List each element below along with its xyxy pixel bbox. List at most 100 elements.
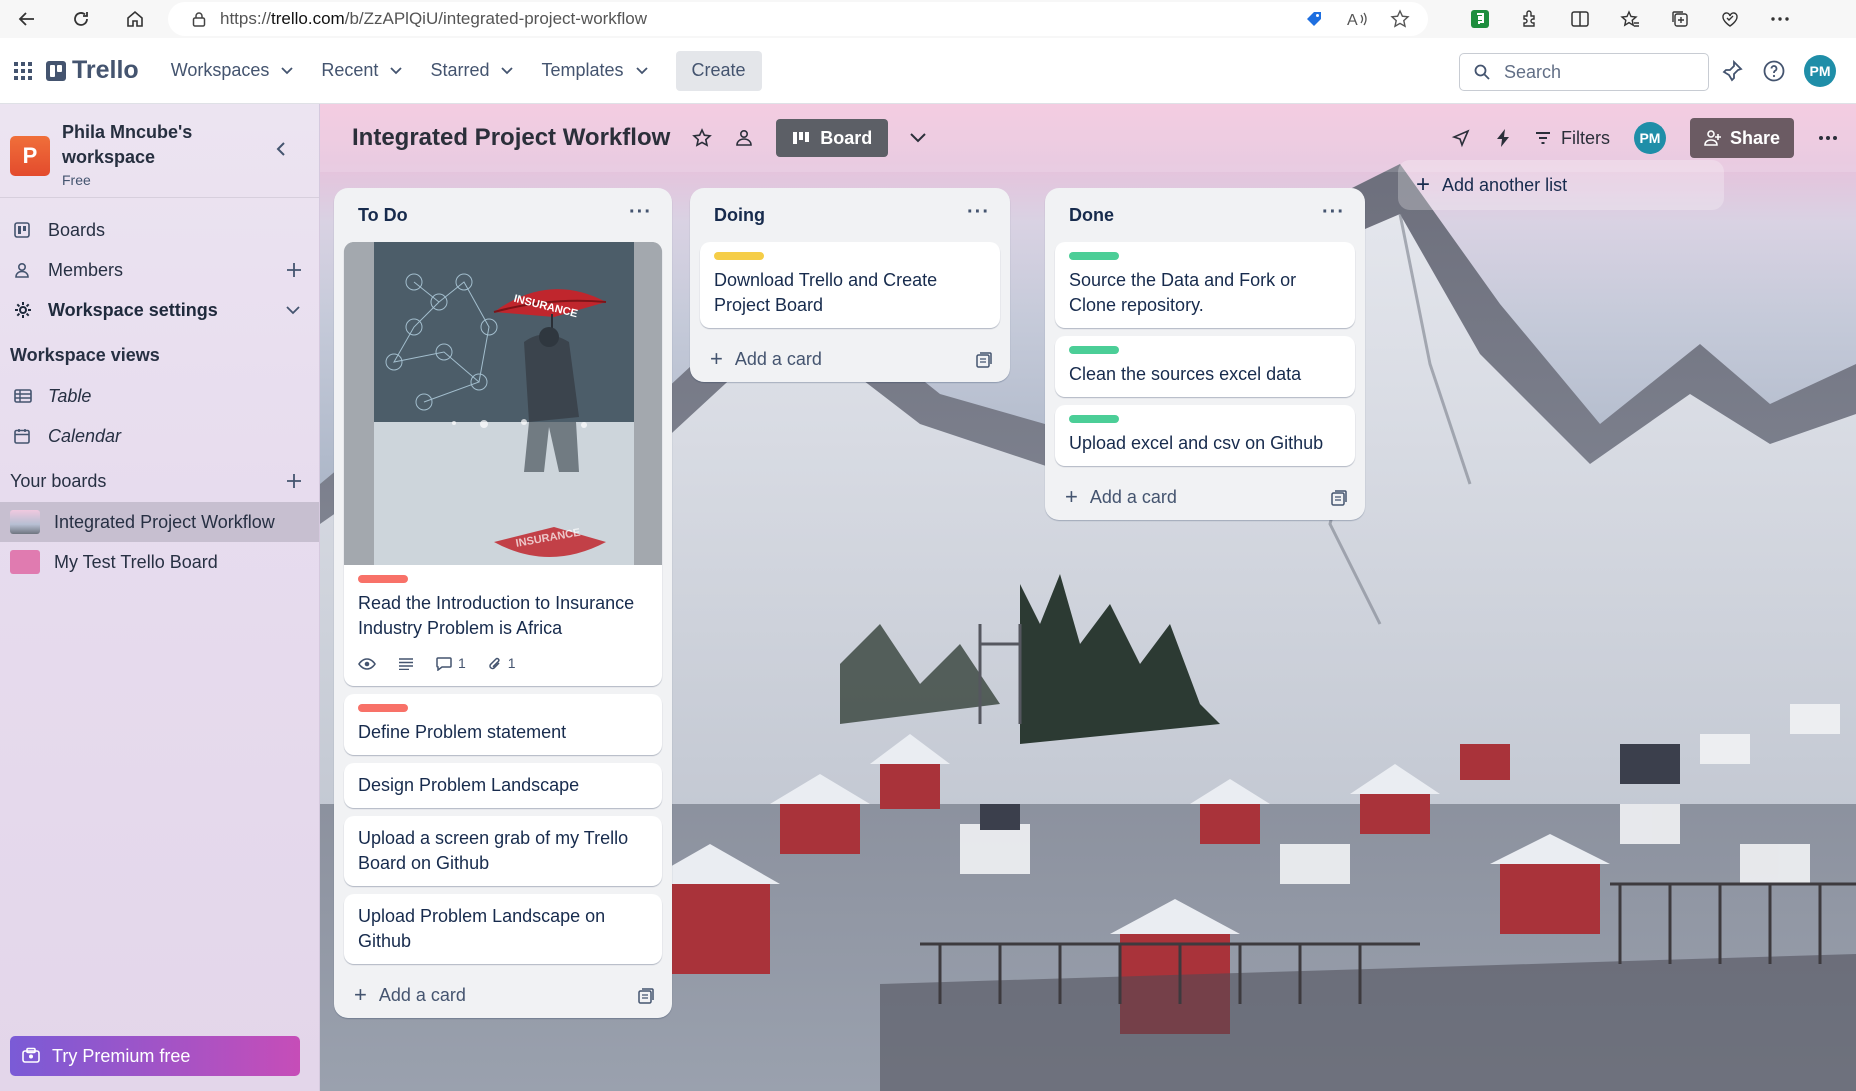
list-header[interactable]: Done ··· bbox=[1045, 188, 1365, 242]
home-icon[interactable] bbox=[108, 0, 162, 38]
nav-starred[interactable]: Starred bbox=[416, 51, 527, 91]
add-card-button[interactable]: + Add a card bbox=[334, 972, 672, 1018]
nav-workspaces[interactable]: Workspaces bbox=[157, 51, 308, 91]
lock-icon bbox=[192, 11, 206, 27]
app-switcher-icon[interactable] bbox=[14, 61, 32, 80]
board-view-button[interactable]: Board bbox=[776, 119, 889, 157]
card-label bbox=[1069, 252, 1119, 260]
card[interactable]: Upload Problem Landscape on Github bbox=[344, 894, 662, 964]
calendar-icon bbox=[14, 428, 34, 444]
chevron-down-icon[interactable] bbox=[286, 305, 300, 315]
add-another-list-button[interactable]: + Add another list bbox=[1398, 160, 1724, 210]
plus-icon: + bbox=[1065, 484, 1078, 509]
automation-icon[interactable] bbox=[1495, 128, 1511, 148]
add-card-button[interactable]: + Add a card bbox=[690, 336, 1010, 382]
sidebar-board-integrated-project-workflow[interactable]: Integrated Project Workflow bbox=[0, 502, 319, 542]
shopping-tag-icon[interactable] bbox=[1304, 9, 1324, 29]
board-label: My Test Trello Board bbox=[54, 551, 218, 572]
board-menu-icon[interactable] bbox=[1818, 135, 1838, 141]
header-actions: PM bbox=[1720, 38, 1836, 104]
premium-label: Try Premium free bbox=[52, 1045, 191, 1066]
split-screen-icon[interactable] bbox=[1570, 9, 1590, 29]
sidebar-item-label: Boards bbox=[48, 219, 106, 240]
workspace-header[interactable]: P Phila Mncube's workspace Free bbox=[0, 104, 319, 198]
list-to-do: To Do ··· INSURANCE INSURANCE Read the I… bbox=[334, 188, 672, 1018]
search-icon bbox=[1474, 64, 1490, 80]
list-done: Done ··· Source the Data and Fork or Clo… bbox=[1045, 188, 1365, 520]
card-badges: 1 1 bbox=[358, 651, 648, 676]
sidebar-board-my-test-trello-board[interactable]: My Test Trello Board bbox=[0, 542, 319, 582]
list-menu-icon[interactable]: ··· bbox=[1322, 202, 1345, 222]
sidebar-item-boards[interactable]: Boards bbox=[0, 210, 319, 250]
add-card-button[interactable]: + Add a card bbox=[1045, 474, 1365, 520]
card-template-icon[interactable] bbox=[1331, 490, 1347, 506]
power-ups-icon[interactable] bbox=[1451, 128, 1471, 148]
collapse-sidebar-icon[interactable] bbox=[276, 142, 286, 156]
read-aloud-icon[interactable]: A bbox=[1346, 9, 1368, 29]
help-icon[interactable] bbox=[1762, 59, 1786, 83]
try-premium-button[interactable]: Try Premium free bbox=[10, 1036, 300, 1076]
sidebar-item-table[interactable]: Table bbox=[0, 376, 319, 416]
comment-count: 1 bbox=[458, 655, 466, 671]
card-template-icon[interactable] bbox=[638, 988, 654, 1004]
board-canvas: Integrated Project Workflow Board Filter… bbox=[320, 104, 1856, 1091]
extensions-icon[interactable] bbox=[1520, 9, 1540, 29]
nav-recent[interactable]: Recent bbox=[307, 51, 416, 91]
browser-essentials-icon[interactable] bbox=[1720, 9, 1740, 29]
card-title: Download Trello and Create Project Board bbox=[714, 270, 938, 315]
collections-icon[interactable] bbox=[1670, 9, 1690, 29]
card-title: Upload Problem Landscape on Github bbox=[358, 906, 606, 951]
board-member-avatar[interactable]: PM bbox=[1633, 122, 1666, 154]
card[interactable]: Upload excel and csv on Github bbox=[1055, 405, 1355, 466]
list-menu-icon[interactable]: ··· bbox=[967, 202, 990, 222]
sidebar-item-workspace-settings[interactable]: Workspace settings bbox=[0, 290, 319, 330]
card[interactable]: Design Problem Landscape bbox=[344, 763, 662, 808]
card-label bbox=[358, 575, 408, 583]
chevron-down-icon[interactable] bbox=[910, 133, 927, 143]
card-template-icon[interactable] bbox=[976, 352, 992, 368]
board-title[interactable]: Integrated Project Workflow bbox=[352, 124, 670, 152]
workspace-views-heading: Workspace views bbox=[10, 344, 160, 365]
star-board-icon[interactable] bbox=[692, 128, 713, 148]
card-title: Upload excel and csv on Github bbox=[1069, 433, 1324, 453]
share-label: Share bbox=[1729, 127, 1780, 148]
table-icon bbox=[14, 389, 34, 403]
add-member-icon[interactable] bbox=[286, 262, 302, 278]
list-header[interactable]: Doing ··· bbox=[690, 188, 1010, 242]
card[interactable]: INSURANCE INSURANCE Read the Introductio… bbox=[344, 242, 662, 686]
list-header[interactable]: To Do ··· bbox=[334, 188, 672, 242]
list-menu-icon[interactable]: ··· bbox=[629, 202, 652, 222]
plus-icon: + bbox=[354, 982, 367, 1007]
favorite-star-icon[interactable] bbox=[1390, 9, 1410, 29]
visibility-icon[interactable] bbox=[734, 128, 754, 148]
card[interactable]: Source the Data and Fork or Clone reposi… bbox=[1055, 242, 1355, 328]
card-label bbox=[1069, 346, 1119, 354]
sheets-extension-icon[interactable] bbox=[1470, 9, 1490, 29]
filters-button[interactable]: Filters bbox=[1535, 128, 1610, 149]
nav-templates[interactable]: Templates bbox=[527, 51, 661, 91]
browser-menu-icon[interactable] bbox=[1770, 16, 1790, 22]
card[interactable]: Define Problem statement bbox=[344, 694, 662, 755]
card[interactable]: Download Trello and Create Project Board bbox=[700, 242, 1000, 328]
trello-logo[interactable]: Trello bbox=[46, 56, 139, 85]
favorites-icon[interactable] bbox=[1620, 9, 1640, 29]
card[interactable]: Clean the sources excel data bbox=[1055, 336, 1355, 397]
share-button[interactable]: Share bbox=[1689, 118, 1794, 158]
refresh-icon[interactable] bbox=[54, 0, 108, 38]
address-bar[interactable]: https://trello.com/b/ZzAPlQiU/integrated… bbox=[168, 2, 1428, 36]
sidebar-item-calendar[interactable]: Calendar bbox=[0, 416, 319, 456]
sidebar-item-members[interactable]: Members bbox=[0, 250, 319, 290]
card-label bbox=[714, 252, 764, 260]
card[interactable]: Upload a screen grab of my Trello Board … bbox=[344, 816, 662, 886]
card-label bbox=[358, 704, 408, 712]
description-icon bbox=[398, 657, 414, 670]
workspace-avatar: P bbox=[10, 136, 50, 176]
search-input[interactable]: Search bbox=[1459, 53, 1709, 91]
notifications-icon[interactable] bbox=[1720, 59, 1744, 83]
filter-icon bbox=[1535, 132, 1550, 144]
user-avatar[interactable]: PM bbox=[1804, 55, 1836, 87]
create-button[interactable]: Create bbox=[675, 50, 762, 91]
back-icon[interactable] bbox=[0, 0, 54, 38]
add-board-icon[interactable] bbox=[286, 473, 302, 489]
board-view-label: Board bbox=[820, 127, 873, 148]
